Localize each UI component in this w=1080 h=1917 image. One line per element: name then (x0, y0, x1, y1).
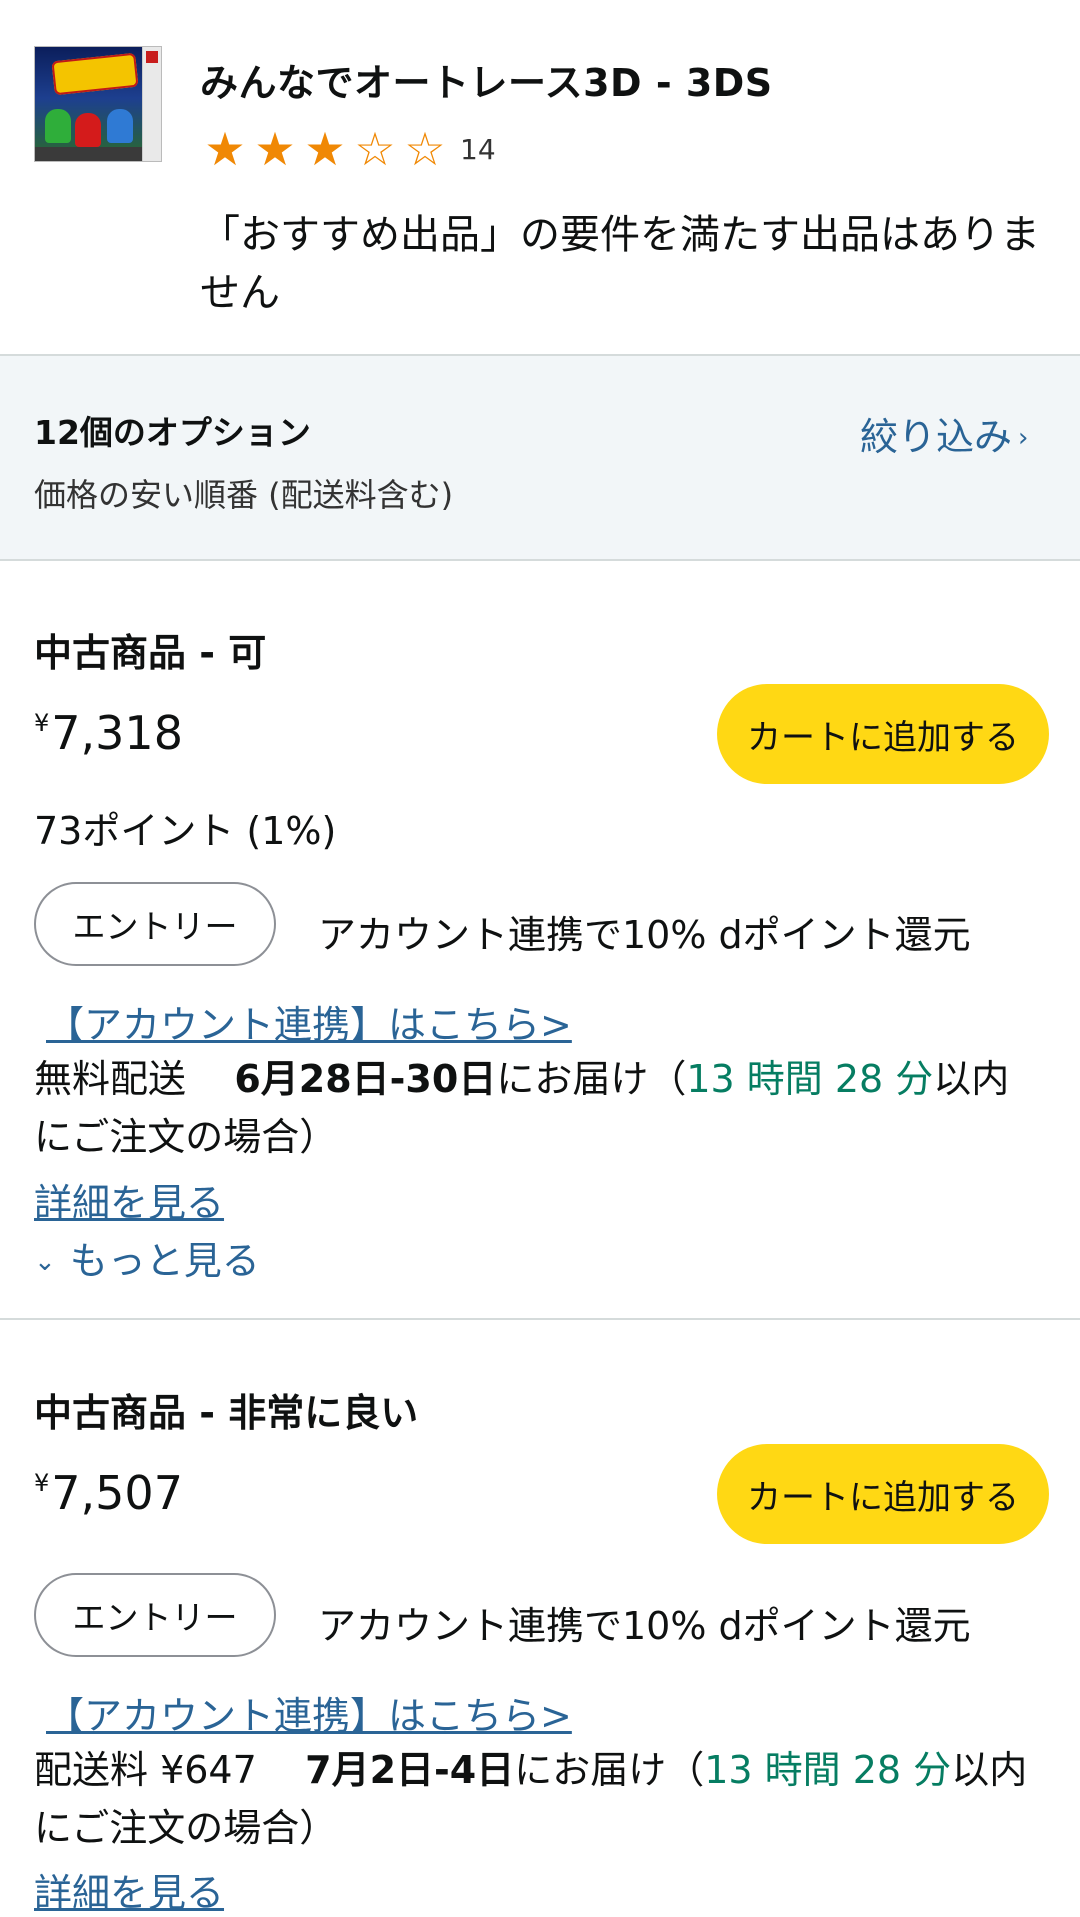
details-link[interactable]: 詳細を見る (34, 1862, 224, 1917)
rider-green (45, 109, 71, 143)
promo-text: アカウント連携で10% dポイント還元 (318, 1604, 971, 1648)
order-countdown: 13 時間 28 分 (686, 1057, 934, 1101)
game-logo (51, 52, 139, 96)
chevron-down-icon: ⌄ (34, 1247, 56, 1277)
3ds-strip (142, 47, 161, 161)
rider-blue (107, 109, 133, 143)
offer-price: ¥7,318 (34, 706, 183, 760)
shipping-info: 無料配送 6月28日-30日にお届け（13 時間 28 分以内にご注文の場合） (34, 1050, 1044, 1166)
details-link[interactable]: 詳細を見る (34, 1172, 224, 1227)
offer-price: ¥7,507 (34, 1466, 183, 1520)
offer-points: 73ポイント (1%) (34, 809, 337, 853)
see-more-label: もっと見る (69, 1239, 260, 1283)
review-count[interactable]: 14 (460, 133, 496, 166)
delivery-date: 7月2日-4日 (305, 1748, 515, 1792)
star-rating[interactable]: ★ ★ ★ ☆ ☆ 14 (200, 122, 496, 176)
entry-button[interactable]: エントリー (34, 1573, 276, 1657)
options-count: 12個のオプション (34, 413, 311, 452)
offer-divider (0, 1318, 1080, 1320)
sort-description: 価格の安い順番 (配送料含む) (34, 476, 454, 514)
delivery-suffix: にお届け（ (514, 1748, 705, 1792)
shipping-cost: 配送料 ¥647 (34, 1748, 257, 1792)
star-empty-icon: ☆ (354, 122, 396, 176)
star-icon: ★ (204, 122, 246, 176)
filter-label: 絞り込み (860, 415, 1013, 459)
account-link[interactable]: 【アカウント連携】はこちら> (46, 994, 572, 1049)
no-recommended-notice: 「おすすめ出品」の要件を満たす出品はありません (200, 212, 1040, 316)
star-empty-icon: ☆ (404, 122, 446, 176)
entry-button[interactable]: エントリー (34, 882, 276, 966)
price-value: 7,507 (51, 1466, 183, 1520)
product-thumbnail[interactable] (34, 46, 162, 162)
order-countdown: 13 時間 28 分 (704, 1748, 952, 1792)
star-icon: ★ (254, 122, 296, 176)
currency-symbol: ¥ (34, 709, 50, 737)
shipping-info: 配送料 ¥647 7月2日-4日にお届け（13 時間 28 分以内にご注文の場合… (34, 1741, 1044, 1857)
offer-condition: 中古商品 - 可 (34, 631, 267, 675)
chevron-right-icon: › (1018, 423, 1029, 453)
price-value: 7,318 (51, 706, 183, 760)
offer-condition: 中古商品 - 非常に良い (34, 1391, 419, 1435)
account-link[interactable]: 【アカウント連携】はこちら> (46, 1685, 572, 1740)
see-more-link[interactable]: ⌄ もっと見る (34, 1230, 260, 1285)
add-to-cart-button[interactable]: カートに追加する (717, 684, 1049, 784)
delivery-suffix: にお届け（ (496, 1057, 687, 1101)
promo-text: アカウント連携で10% dポイント還元 (318, 913, 971, 957)
star-icon: ★ (304, 122, 346, 176)
shipping-cost: 無料配送 (34, 1057, 187, 1101)
product-title[interactable]: みんなでオートレース3D - 3DS (200, 52, 773, 107)
currency-symbol: ¥ (34, 1469, 50, 1497)
filter-link[interactable]: 絞り込み › (860, 406, 1028, 461)
add-to-cart-button[interactable]: カートに追加する (717, 1444, 1049, 1544)
rider-red (75, 113, 101, 147)
delivery-date: 6月28日-30日 (234, 1057, 497, 1101)
